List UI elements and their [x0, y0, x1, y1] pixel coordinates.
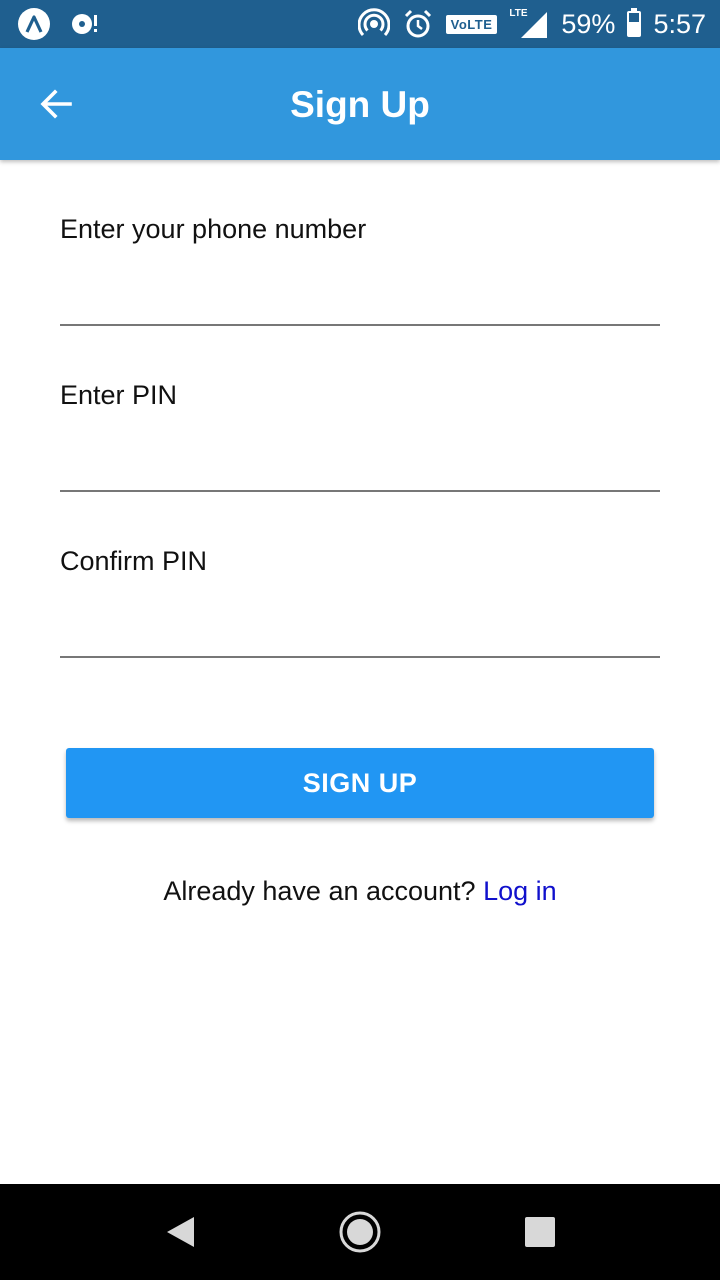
- lte-signal-icon: LTE: [509, 8, 549, 38]
- hotspot-icon: [357, 8, 390, 40]
- battery-icon: [627, 8, 642, 37]
- battery-fill: [629, 22, 640, 35]
- confirm-pin-field: Confirm PIN: [60, 546, 660, 658]
- status-bar: VoLTE LTE 59% 5:57: [0, 0, 720, 48]
- pin-label: Enter PIN: [60, 380, 178, 410]
- app-notification-icon: [18, 8, 50, 40]
- recents-square-icon: [525, 1217, 555, 1247]
- status-time: 5:57: [653, 8, 706, 39]
- page-title: Sign Up: [290, 84, 430, 125]
- login-prompt-text: Already have an account?: [163, 876, 476, 906]
- nav-recents-button[interactable]: [516, 1208, 564, 1256]
- volte-badge: VoLTE: [445, 14, 498, 34]
- phone-input[interactable]: [60, 284, 660, 326]
- login-prompt-row: Already have an account? Log in: [0, 876, 720, 907]
- log-in-link[interactable]: Log in: [483, 876, 557, 906]
- confirm-pin-input[interactable]: [60, 616, 660, 658]
- nav-home-button[interactable]: [336, 1208, 384, 1256]
- back-triangle-icon: [167, 1217, 194, 1247]
- nav-back-button[interactable]: [156, 1208, 204, 1256]
- app-bar: Sign Up: [0, 48, 720, 160]
- phone-field: Enter your phone number: [60, 214, 660, 326]
- pin-input[interactable]: [60, 450, 660, 492]
- confirm-pin-label: Confirm PIN: [60, 546, 208, 576]
- system-nav-bar: [0, 1184, 720, 1280]
- phone-label: Enter your phone number: [60, 214, 367, 244]
- pin-field: Enter PIN: [60, 380, 660, 492]
- battery-percent: 59%: [561, 8, 616, 39]
- sign-up-button[interactable]: SIGN UP: [66, 748, 654, 818]
- disc-notification-icon: [68, 8, 100, 40]
- home-circle-icon: [339, 1211, 381, 1253]
- alarm-icon: [402, 8, 434, 40]
